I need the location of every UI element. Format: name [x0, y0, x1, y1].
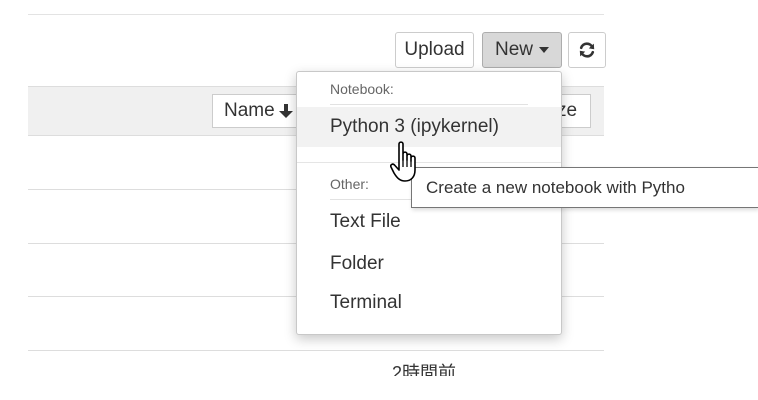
refresh-icon	[579, 42, 595, 58]
other-section-header: Other:	[330, 176, 369, 192]
menu-item-label: Folder	[330, 253, 384, 274]
menu-item-folder[interactable]: Folder	[297, 244, 561, 284]
menu-item-terminal[interactable]: Terminal	[297, 283, 561, 323]
caret-down-icon	[539, 47, 549, 53]
upload-button-label: Upload	[404, 39, 465, 60]
menu-item-label: Terminal	[330, 292, 402, 313]
notebook-header-rule	[330, 104, 528, 105]
refresh-button[interactable]	[568, 32, 606, 68]
row-modified-time: 2時間前	[392, 363, 457, 376]
hand-pointer-cursor-icon	[390, 141, 416, 182]
arrow-down-icon	[278, 104, 293, 118]
menu-item-label: Text File	[330, 211, 401, 232]
new-button-label: New	[494, 39, 533, 60]
notebook-section-header: Notebook:	[330, 81, 394, 97]
menu-item-label: Python 3 (ipykernel)	[330, 116, 499, 137]
list-row-divider	[28, 350, 604, 351]
new-button[interactable]: New	[482, 32, 562, 68]
tooltip-text: Create a new notebook with Pytho	[426, 178, 685, 197]
sort-by-name-label: Name	[224, 100, 275, 121]
sort-by-name-button[interactable]: Name	[212, 94, 304, 128]
top-divider	[28, 14, 604, 15]
upload-button[interactable]: Upload	[395, 32, 474, 68]
new-notebook-tooltip: Create a new notebook with Pytho	[411, 167, 758, 208]
menu-item-text-file[interactable]: Text File	[297, 202, 561, 242]
